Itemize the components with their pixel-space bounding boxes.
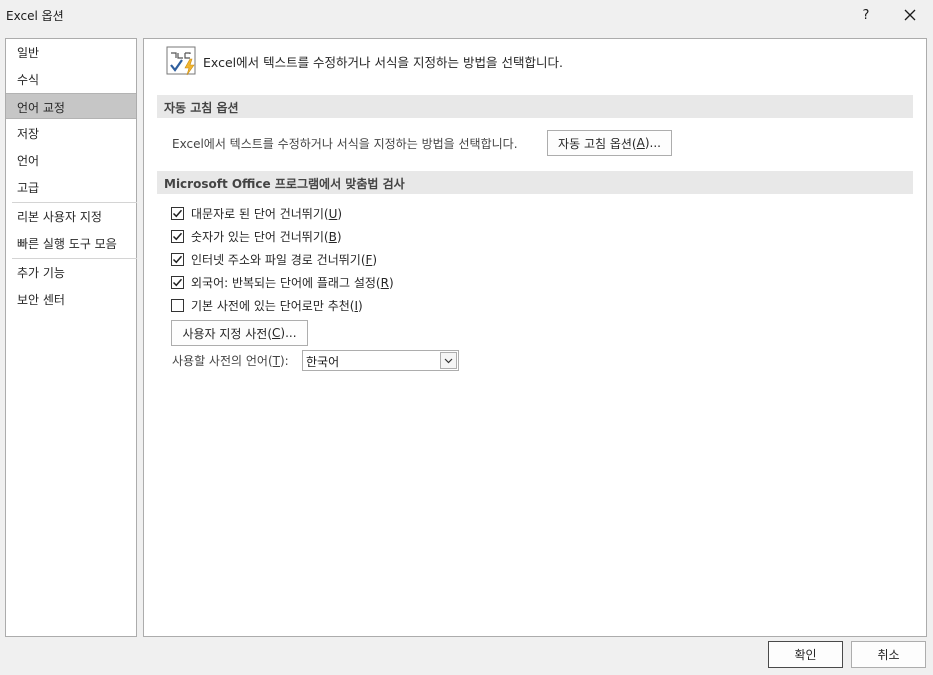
checkmark-icon [172, 209, 183, 217]
option-flag-repeated-words[interactable]: 외국어: 반복되는 단어에 플래그 설정(R) [171, 273, 394, 291]
option-label: 외국어: 반복되는 단어에 플래그 설정(R) [191, 275, 394, 290]
option-ignore-numbers[interactable]: 숫자가 있는 단어 건너뛰기(B) [171, 227, 342, 245]
proofing-panel: Excel에서 텍스트를 수정하거나 서식을 지정하는 방법을 선택합니다. 자… [143, 38, 927, 637]
ok-button[interactable]: 확인 [768, 641, 843, 668]
option-label: 인터넷 주소와 파일 경로 건너뛰기(F) [191, 252, 378, 267]
autocorrect-button-label: 자동 고침 옵션( [558, 136, 637, 151]
autocorrect-section-title: 자동 고침 옵션 [157, 95, 913, 118]
custom-dictionaries-button[interactable]: 사용자 지정 사전(C)... [171, 320, 308, 346]
custom-dict-label: 사용자 지정 사전( [182, 326, 273, 341]
checkmark-icon [172, 278, 183, 286]
checkbox[interactable] [171, 298, 184, 312]
option-ignore-uppercase[interactable]: 대문자로 된 단어 건너뛰기(U) [171, 204, 342, 222]
chevron-down-icon [444, 358, 453, 363]
title-bar: Excel 옵션 ? [0, 0, 933, 30]
option-label: 대문자로 된 단어 건너뛰기(U) [191, 206, 343, 221]
nav-item-formulas[interactable]: 수식 [6, 66, 136, 92]
nav-item-general[interactable]: 일반 [6, 39, 136, 65]
proofing-abc-check-icon [166, 46, 198, 76]
close-button[interactable] [896, 4, 924, 26]
checkbox[interactable] [171, 275, 184, 289]
dropdown-button[interactable] [440, 352, 457, 369]
autocorrect-button-suffix: )... [644, 136, 661, 150]
autocorrect-options-button[interactable]: 자동 고침 옵션(A)... [547, 130, 672, 156]
dictionary-language-label: 사용할 사전의 언어(T): [172, 354, 289, 368]
checkbox[interactable] [171, 206, 184, 220]
proofing-header-text: Excel에서 텍스트를 수정하거나 서식을 지정하는 방법을 선택합니다. [203, 55, 563, 70]
autocorrect-description: Excel에서 텍스트를 수정하거나 서식을 지정하는 방법을 선택합니다. [172, 137, 518, 151]
dictionary-language-value: 한국어 [306, 355, 340, 369]
accesskey: A [636, 136, 645, 150]
cancel-button[interactable]: 취소 [851, 641, 926, 668]
nav-item-quick-access-toolbar[interactable]: 빠른 실행 도구 모음 [6, 230, 136, 256]
help-button[interactable]: ? [852, 4, 880, 26]
checkbox[interactable] [171, 252, 184, 266]
nav-item-trust-center[interactable]: 보안 센터 [6, 286, 136, 312]
nav-item-customize-ribbon[interactable]: 리본 사용자 지정 [6, 203, 136, 229]
nav-item-language[interactable]: 언어 [6, 147, 136, 173]
nav-item-proofing[interactable]: 언어 교정 [6, 93, 136, 119]
dictionary-language-select[interactable]: 한국어 [302, 350, 459, 371]
option-label: 숫자가 있는 단어 건너뛰기(B) [191, 229, 342, 244]
custom-dict-suffix: )... [280, 326, 297, 340]
option-ignore-internet-file-addresses[interactable]: 인터넷 주소와 파일 경로 건너뛰기(F) [171, 250, 377, 268]
nav-item-advanced[interactable]: 고급 [6, 174, 136, 200]
accesskey: C [272, 326, 281, 340]
checkbox[interactable] [171, 229, 184, 243]
close-icon [904, 9, 916, 21]
nav-item-add-ins[interactable]: 추가 기능 [6, 259, 136, 285]
checkmark-icon [172, 232, 183, 240]
window-title: Excel 옵션 [6, 9, 64, 23]
category-nav: 일반 수식 언어 교정 저장 언어 고급 리본 사용자 지정 빠른 실행 도구 … [5, 38, 137, 637]
nav-item-save[interactable]: 저장 [6, 120, 136, 146]
checkmark-icon [172, 255, 183, 263]
option-label: 기본 사전에 있는 단어로만 추천(I) [191, 298, 363, 313]
spelling-section-title: Microsoft Office 프로그램에서 맞춤법 검사 [157, 171, 913, 194]
option-suggest-main-dictionary-only[interactable]: 기본 사전에 있는 단어로만 추천(I) [171, 296, 363, 314]
